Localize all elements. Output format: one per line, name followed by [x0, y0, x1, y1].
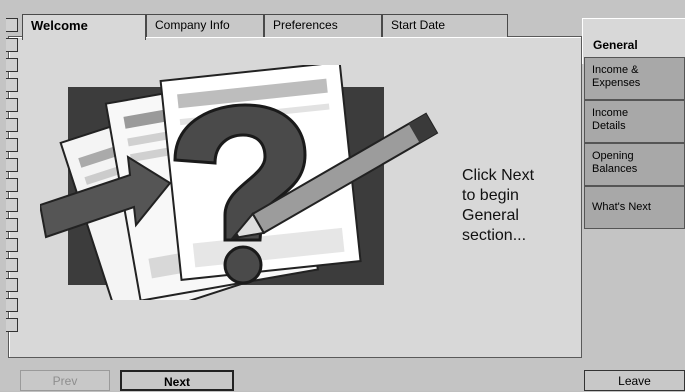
tab-preferences[interactable]: Preferences	[264, 14, 382, 37]
tab-label: Company Info	[155, 18, 230, 32]
leave-button-label: Leave	[618, 374, 651, 388]
tab-label: Welcome	[31, 18, 88, 33]
sidebar-item-label: Opening	[592, 150, 634, 162]
sidebar-header-label: General	[593, 38, 638, 52]
spiral-binding	[0, 18, 22, 348]
prev-button-label: Prev	[52, 374, 78, 388]
prompt-line: General	[462, 207, 519, 224]
tab-strip: Welcome Company Info Preferences Start D…	[22, 14, 522, 40]
tab-label: Start Date	[391, 18, 446, 32]
welcome-prompt: Click Next to begin General section...	[462, 166, 534, 246]
question-mark-icon	[40, 65, 439, 300]
leave-button[interactable]: Leave	[584, 370, 685, 391]
prev-button[interactable]: Prev	[20, 370, 110, 391]
section-sidebar: General Income & Expenses Income Details…	[582, 10, 685, 391]
tab-company-info[interactable]: Company Info	[146, 14, 264, 37]
sidebar-item-income-details[interactable]: Income Details	[584, 100, 685, 143]
sidebar-item-label: Expenses	[592, 77, 641, 89]
sidebar-item-whats-next[interactable]: What's Next	[584, 186, 685, 229]
prompt-line: to begin	[462, 187, 519, 204]
sidebar-item-income-expenses[interactable]: Income & Expenses	[584, 57, 685, 100]
interview-window: Welcome Company Info Preferences Start D…	[0, 0, 685, 391]
prompt-line: section...	[462, 227, 527, 244]
sidebar-item-label: Income &	[592, 64, 639, 76]
sidebar-item-label: Balances	[592, 163, 638, 175]
sidebar-item-label: Income	[592, 107, 629, 119]
tab-welcome[interactable]: Welcome	[22, 14, 146, 40]
sidebar-item-opening-balances[interactable]: Opening Balances	[584, 143, 685, 186]
prompt-line: Click Next	[462, 167, 535, 184]
tab-label: Preferences	[273, 18, 338, 32]
next-button-label: Next	[163, 375, 190, 389]
tab-start-date[interactable]: Start Date	[382, 14, 508, 37]
sidebar-item-label: Details	[592, 120, 626, 132]
sidebar-item-label: What's Next	[592, 201, 651, 213]
next-button[interactable]: Next	[120, 370, 234, 391]
